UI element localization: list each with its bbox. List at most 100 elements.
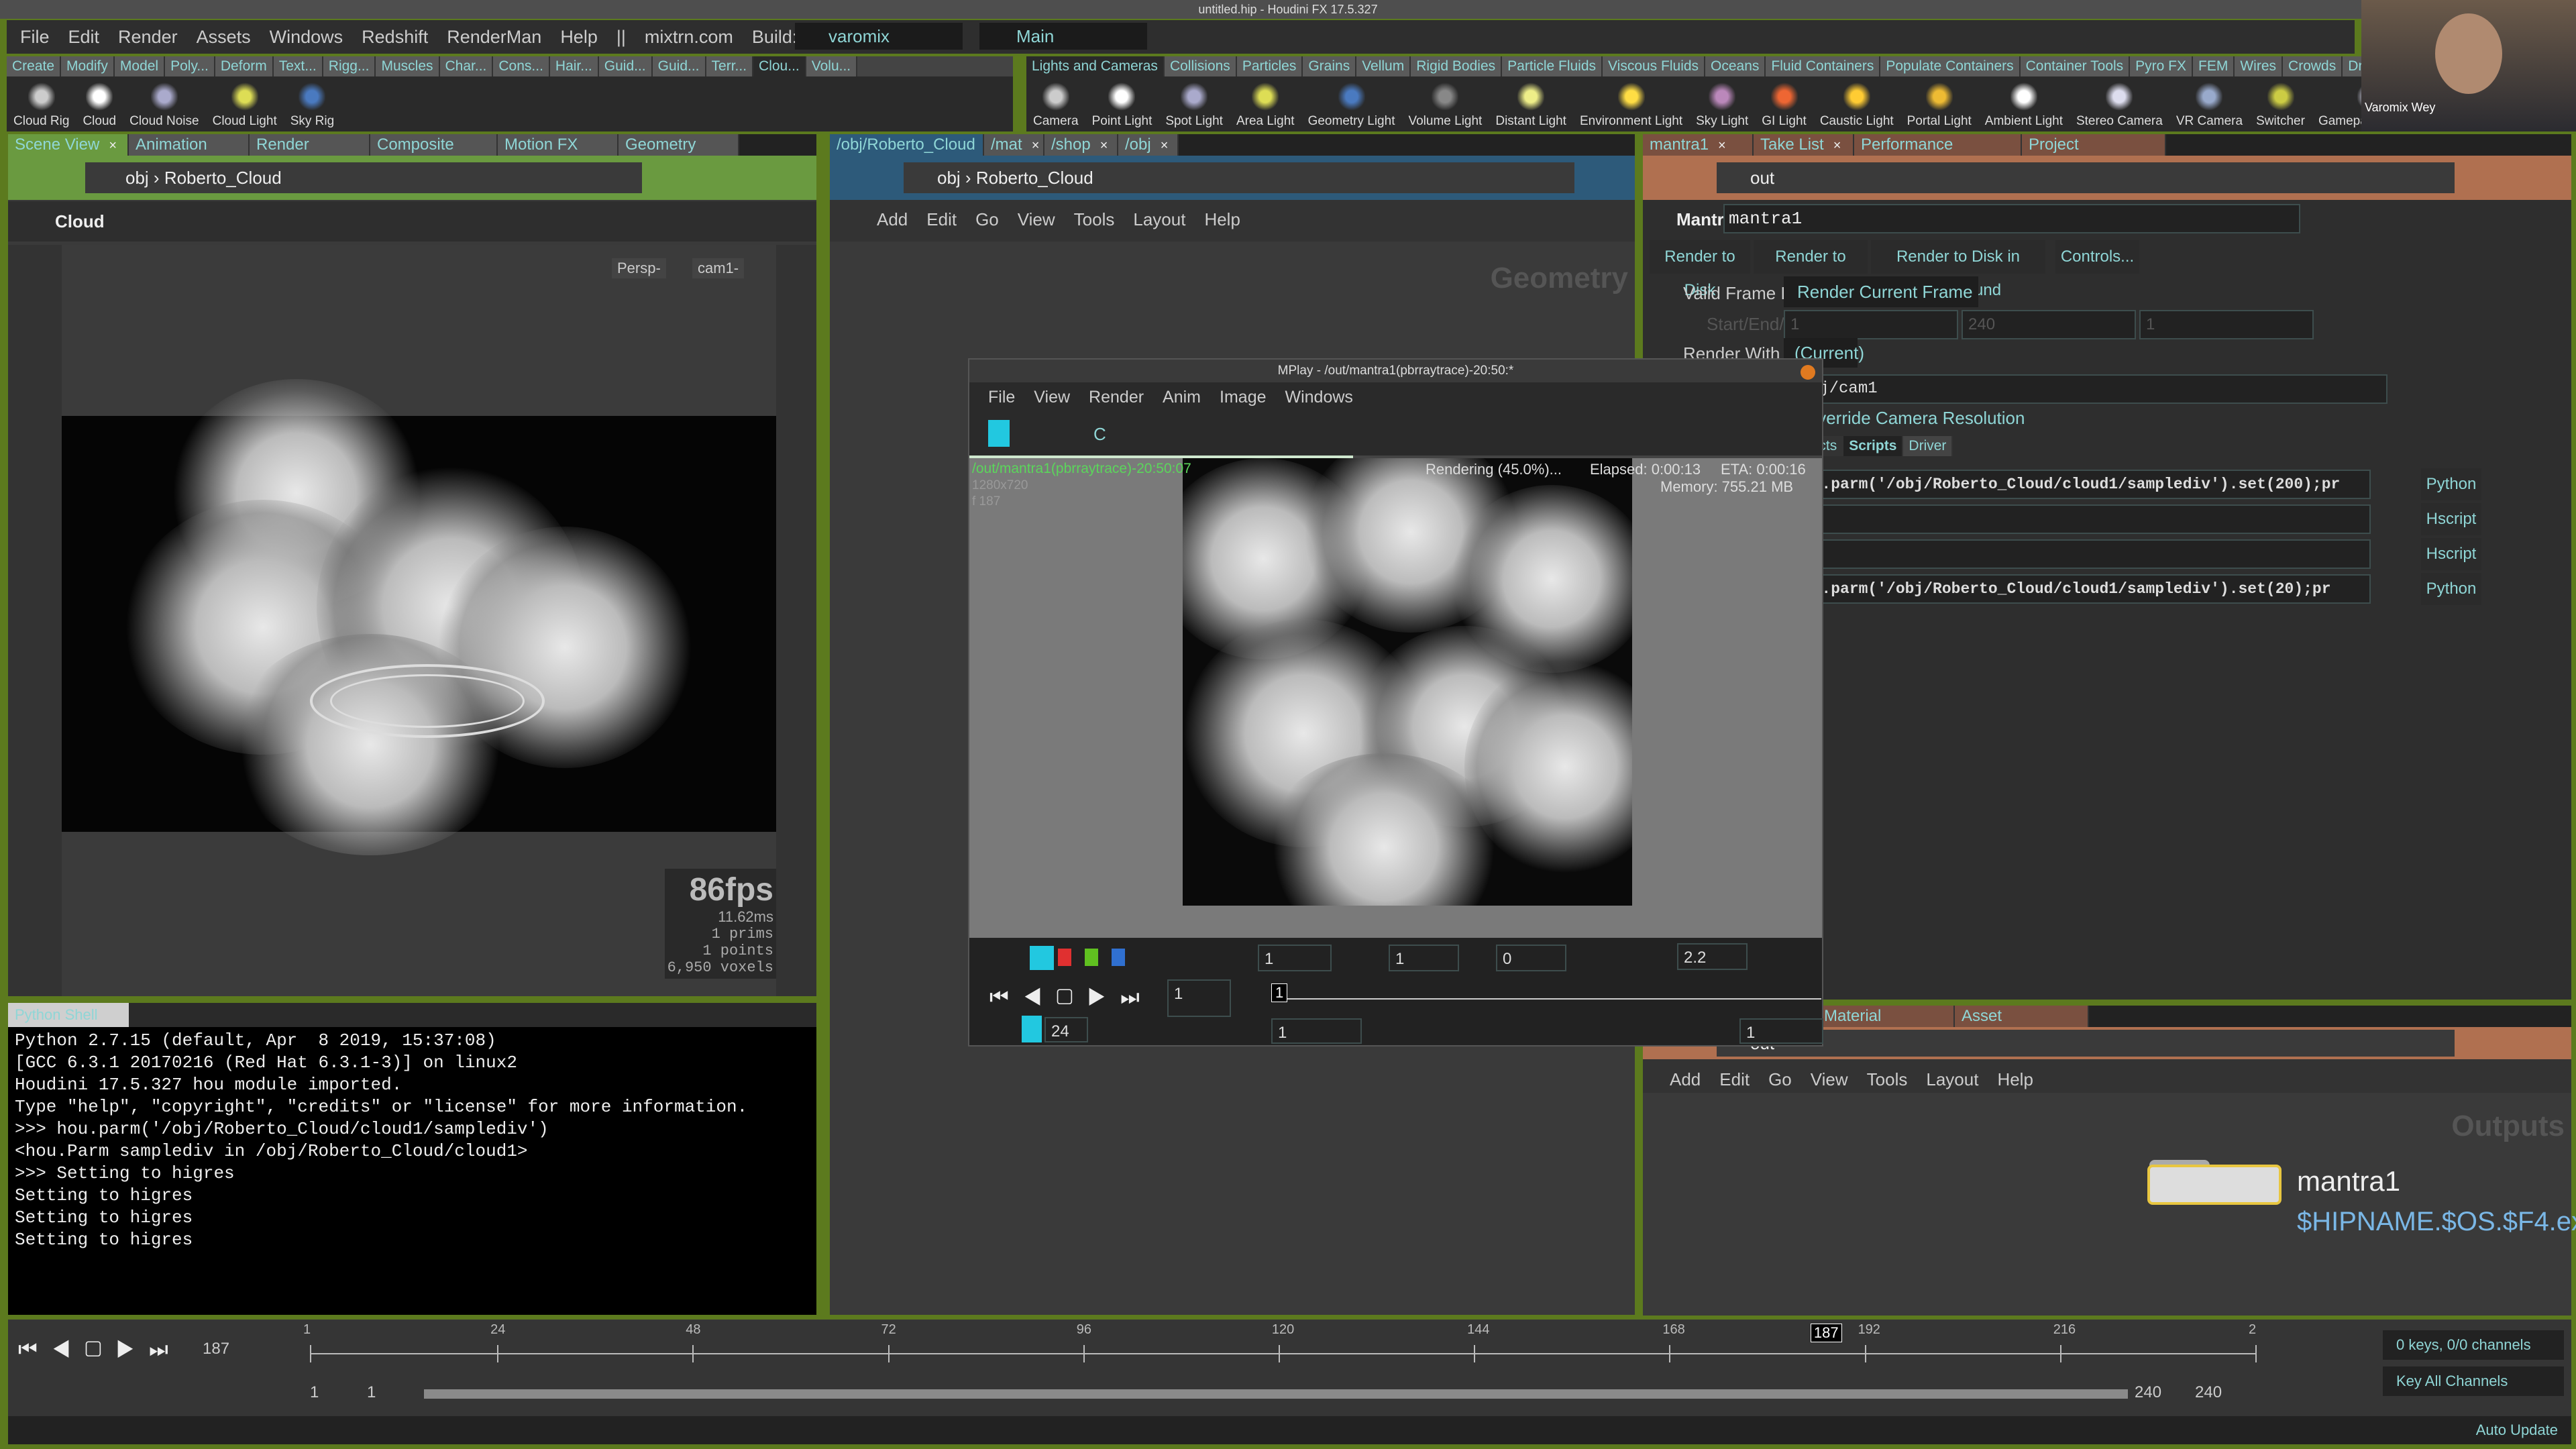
shelf-tab[interactable]: Populate Containers bbox=[1880, 56, 2021, 76]
shelf-tab[interactable]: Poly... bbox=[165, 56, 215, 76]
shelf-tab[interactable]: Guid... bbox=[652, 56, 706, 76]
tab--shop[interactable]: /shop × bbox=[1044, 134, 1118, 156]
start-field[interactable]: 1 bbox=[1784, 310, 1958, 339]
keys-channels-status[interactable]: 0 keys, 0/0 channels bbox=[2383, 1330, 2564, 1360]
valid-frame-range-menu[interactable]: Render Current Frame bbox=[1784, 276, 1978, 307]
shelf-tool-portal-light[interactable]: Portal Light bbox=[1907, 79, 1972, 129]
menu-go[interactable]: Go bbox=[1768, 1069, 1792, 1089]
gamma-field[interactable]: 2.2 bbox=[1677, 943, 1748, 970]
mplay-frame-field[interactable]: 1 bbox=[1167, 979, 1231, 1017]
render-to-disk-button[interactable]: Render to Disk bbox=[1650, 240, 1750, 299]
shelf-tab[interactable]: Grains bbox=[1303, 56, 1357, 76]
range-end-field[interactable]: 1 bbox=[1739, 1018, 1823, 1044]
tab-performance-monitor[interactable]: Performance Monitor× bbox=[1854, 134, 2022, 175]
shelf-tab[interactable]: Wires bbox=[2235, 56, 2284, 76]
render-to-mplay-button[interactable]: Render to MPlay bbox=[1754, 240, 1868, 299]
light-handle-ring-inner[interactable] bbox=[330, 674, 525, 728]
python-shell-output[interactable]: Python 2.7.15 (default, Apr 8 2019, 15:3… bbox=[15, 1030, 747, 1251]
rgb-channel-button[interactable] bbox=[1030, 946, 1054, 970]
shelf-tool-stereo-camera[interactable]: Stereo Camera bbox=[2076, 79, 2163, 129]
shelf-tab[interactable]: Viscous Fluids bbox=[1603, 56, 1706, 76]
shelf-tab[interactable]: Char... bbox=[439, 56, 494, 76]
tab-render-view[interactable]: Render View× bbox=[250, 134, 370, 175]
menu-layout[interactable]: Layout bbox=[1926, 1069, 1978, 1089]
shelf-tab[interactable]: Terr... bbox=[706, 56, 754, 76]
script-language-menu[interactable]: Hscript bbox=[2421, 503, 2481, 535]
shelf-tab[interactable]: Muscles bbox=[376, 56, 440, 76]
menu-view[interactable]: View bbox=[1811, 1069, 1848, 1089]
range-slider[interactable] bbox=[424, 1389, 2128, 1399]
shelf-tab[interactable]: Crowds bbox=[2283, 56, 2343, 76]
desktop-selector[interactable]: varomix bbox=[795, 23, 963, 50]
path-breadcrumb[interactable]: obj › Roberto_Cloud bbox=[85, 162, 642, 193]
parameter-path[interactable]: out bbox=[1717, 162, 2455, 193]
mplay-close-button[interactable] bbox=[1801, 365, 1815, 380]
menu-layout[interactable]: Layout bbox=[1133, 209, 1185, 229]
shelf-tab[interactable]: Container Tools bbox=[2020, 56, 2131, 76]
mplay-channel[interactable]: C bbox=[1093, 424, 1106, 445]
tab-asset-browser[interactable]: Asset Browser× bbox=[1955, 1006, 2089, 1046]
shelf-tab[interactable]: Vellum bbox=[1356, 56, 1411, 76]
script-field[interactable] bbox=[1787, 539, 2371, 569]
menu-windows[interactable]: Windows bbox=[1285, 388, 1353, 407]
tab-close-icon[interactable]: × bbox=[1161, 138, 1169, 153]
menu-edit[interactable]: Edit bbox=[926, 209, 957, 229]
tab--obj[interactable]: /obj × bbox=[1118, 134, 1179, 156]
shelf-tab[interactable]: Text... bbox=[273, 56, 323, 76]
script-language-menu[interactable]: Python bbox=[2421, 573, 2481, 605]
menu-file[interactable]: File bbox=[988, 388, 1015, 407]
menu-render[interactable]: Render bbox=[1089, 388, 1144, 407]
tab-close-icon[interactable]: × bbox=[1718, 138, 1726, 153]
menu-tools[interactable]: Tools bbox=[1074, 209, 1115, 229]
menu-tools[interactable]: Tools bbox=[1867, 1069, 1908, 1089]
red-channel-button[interactable] bbox=[1058, 949, 1071, 966]
timeline-ruler[interactable]: 1 24 48 72 96 120 144 168 192 216 2 bbox=[303, 1320, 2257, 1366]
playback-buttons[interactable]: ⏮ ◀ ▢ ▶ ⏭ bbox=[989, 985, 1144, 1010]
shelf-tool-cloud[interactable]: Cloud bbox=[83, 79, 116, 129]
shelf-tool-geometry-light[interactable]: Geometry Light bbox=[1308, 79, 1395, 129]
shelf-tool-area-light[interactable]: Area Light bbox=[1236, 79, 1295, 129]
shelf-tab[interactable]: Volu... bbox=[806, 56, 858, 76]
blue-channel-button[interactable] bbox=[1112, 949, 1125, 966]
shelf-tool-spot-light[interactable]: Spot Light bbox=[1165, 79, 1223, 129]
menu-image[interactable]: Image bbox=[1220, 388, 1266, 407]
mplay-timeline[interactable] bbox=[1271, 998, 1821, 1000]
shelf-tool-point-light[interactable]: Point Light bbox=[1092, 79, 1152, 129]
brightness-field[interactable]: 1 bbox=[1389, 945, 1459, 971]
shelf-tool-volume-light[interactable]: Volume Light bbox=[1408, 79, 1482, 129]
menu-view[interactable]: View bbox=[1034, 388, 1070, 407]
tab-scene-view[interactable]: Scene View × bbox=[8, 134, 129, 156]
viewport-left-toolbar[interactable] bbox=[8, 245, 62, 996]
shelf-tab[interactable]: Model bbox=[114, 56, 166, 76]
subtab-driver[interactable]: Driver bbox=[1903, 436, 1953, 456]
3d-viewport[interactable]: Persp- cam1- 86fps 11.62ms 1 prims 1 poi… bbox=[62, 245, 776, 996]
menu-add[interactable]: Add bbox=[877, 209, 908, 229]
shelf-tab[interactable]: Drive Si bbox=[2343, 56, 2361, 76]
context-selector[interactable]: Main bbox=[979, 23, 1147, 50]
menu-edit[interactable]: Edit bbox=[1719, 1069, 1750, 1089]
shelf-tab[interactable]: Fluid Containers bbox=[1766, 56, 1881, 76]
persp-menu[interactable]: Persp- bbox=[612, 258, 666, 278]
shelf-tab[interactable]: Hair... bbox=[549, 56, 599, 76]
menu-render[interactable]: Render bbox=[118, 27, 178, 47]
menu-help[interactable]: Help bbox=[1204, 209, 1240, 229]
shelf-tab[interactable]: Guid... bbox=[598, 56, 653, 76]
current-frame-field[interactable]: 187 bbox=[203, 1340, 229, 1358]
tab-close-icon[interactable]: × bbox=[1032, 138, 1040, 153]
menu-add[interactable]: Add bbox=[1670, 1069, 1701, 1089]
menu-redshift[interactable]: Redshift bbox=[362, 27, 428, 47]
script-field[interactable] bbox=[1787, 504, 2371, 534]
tab-close-icon[interactable]: × bbox=[1100, 138, 1108, 153]
tab-close-icon[interactable]: × bbox=[1833, 138, 1841, 153]
exposure-field[interactable]: 1 bbox=[1258, 945, 1332, 971]
camera-field[interactable]: /obj/cam1 bbox=[1784, 374, 2387, 404]
end-field[interactable]: 240 bbox=[1962, 310, 2136, 339]
tab-motion-fx-view[interactable]: Motion FX View× bbox=[498, 134, 619, 175]
range-end[interactable]: 240 bbox=[2135, 1383, 2161, 1402]
shelf-tool-caustic-light[interactable]: Caustic Light bbox=[1820, 79, 1894, 129]
shelf-tab[interactable]: Particles bbox=[1236, 56, 1303, 76]
menu-file[interactable]: File bbox=[20, 27, 50, 47]
shelf-tab[interactable]: Lights and Cameras bbox=[1026, 56, 1165, 76]
shelf-tab[interactable]: FEM bbox=[2193, 56, 2235, 76]
shelf-tab[interactable]: Deform bbox=[215, 56, 274, 76]
